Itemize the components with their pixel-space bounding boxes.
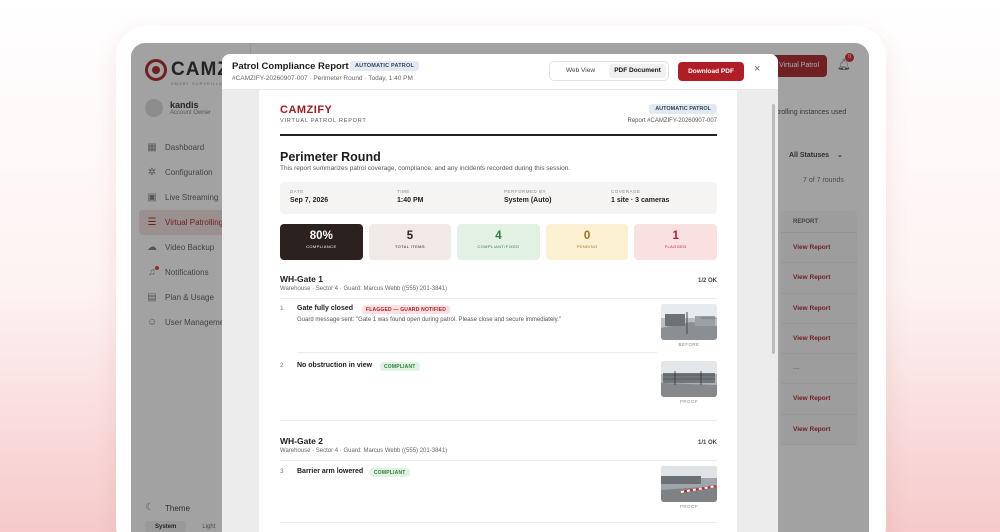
stat-value: 5 [406,230,414,242]
patrol-type-badge: AUTOMATIC PATROL [350,61,420,71]
divider [280,420,717,421]
divider [297,352,657,353]
item-title: Gate fully closed [297,305,354,312]
snapshot-caption: BEFORE [678,342,700,347]
stat-label: PENDING [576,244,598,249]
modal-header: Patrol Compliance Report AUTOMATIC PATRO… [222,54,778,90]
stat-compliant-fixed: 4 COMPLIANT/FIXED [457,224,540,260]
report-brand-subtitle: VIRTUAL PATROL REPORT [280,118,367,124]
barrier-photo-image [661,466,717,502]
stat-value: 0 [583,230,591,242]
item-title: Barrier arm lowered [297,468,364,475]
gate-photo-image [661,304,717,340]
gate-ok-count: 1/1 OK [697,440,717,446]
divider [280,298,717,299]
meta-performed-by: PERFORMED BY System (Auto) [504,189,551,204]
item-number: 2 [280,362,284,369]
report-modal: Patrol Compliance Report AUTOMATIC PATRO… [222,54,778,532]
meta-time: TIME 1:40 PM [397,189,423,204]
gate-ok-count: 1/2 OK [697,278,717,284]
snapshot-caption: PROOF [679,399,698,404]
stat-label: COMPLIANCE [306,244,337,249]
meta-label: PERFORMED BY [504,189,547,194]
view-toggle: Web View PDF Document [549,61,669,81]
report-brand: CAMZIFY [280,104,333,116]
stat-value: 80% [309,230,333,242]
snapshot-caption: PROOF [679,504,698,509]
web-view-tab[interactable]: Web View [552,64,609,78]
status-badge-compliant: COMPLIANT [370,468,410,477]
meta-label: COVERAGE [611,189,641,194]
camera-snapshot-proof[interactable] [661,466,717,502]
gate-location: Warehouse · Sector 4 · Guard: Marcus Web… [280,448,448,454]
gate-photo-image [661,361,717,397]
stat-value: 4 [495,230,502,242]
gate-title: WH-Gate 2 [280,436,323,446]
item-title: No obstruction in view [297,362,373,369]
report-stats: 80% COMPLIANCE 5 TOTAL ITEMS 4 COMPLIANT… [280,224,717,260]
stat-pending: 0 PENDING [545,224,629,260]
camera-snapshot-proof[interactable] [661,361,717,397]
stat-label: TOTAL ITEMS [394,244,425,249]
guard-message: Guard message sent: "Gate 1 was found op… [297,317,561,323]
modal-title: Patrol Compliance Report [232,61,349,72]
divider [280,522,717,523]
meta-value: 1:40 PM [397,197,424,204]
close-icon[interactable]: × [754,63,760,75]
meta-label: TIME [397,189,410,194]
report-reference: Report #CAMZIFY-20260907-007 [627,118,718,124]
download-pdf-button[interactable]: Download PDF [678,62,744,81]
status-badge-flagged: FLAGGED — GUARD NOTIFIED [362,305,451,314]
meta-label: DATE [290,189,304,194]
meta-value: 1 site · 3 cameras [611,197,670,204]
item-number: 3 [280,468,284,475]
gate-title: WH-Gate 1 [280,274,323,284]
modal-subtitle: #CAMZIFY-20260907-007 · Perimeter Round … [232,75,413,82]
divider [280,460,717,461]
meta-value: System (Auto) [504,197,552,204]
header-divider [280,134,717,136]
stat-value: 1 [672,230,679,242]
pdf-document-tab[interactable]: PDF Document [609,64,666,78]
report-meta: DATE Sep 7, 2026 TIME 1:40 PM PERFORMED … [280,182,717,214]
meta-value: Sep 7, 2026 [290,197,329,204]
item-number: 1 [280,305,284,312]
stat-compliance: 80% COMPLIANCE [280,224,363,260]
stat-label: FLAGGED [664,244,687,249]
stat-label: COMPLIANT/FIXED [477,244,520,249]
report-title: Perimeter Round [280,150,381,164]
report-page: CAMZIFY VIRTUAL PATROL REPORT AUTOMATIC … [259,90,737,532]
report-patrol-badge: AUTOMATIC PATROL [649,104,717,114]
stat-flagged: 1 FLAGGED [634,224,717,260]
meta-date: DATE Sep 7, 2026 [290,189,328,204]
status-badge-compliant: COMPLIANT [380,362,420,371]
camera-snapshot-before[interactable] [661,304,717,340]
stat-total-items: 5 TOTAL ITEMS [368,224,452,260]
pdf-viewer[interactable]: CAMZIFY VIRTUAL PATROL REPORT AUTOMATIC … [222,90,778,532]
gate-location: Warehouse · Sector 4 · Guard: Marcus Web… [280,286,448,292]
meta-coverage: COVERAGE 1 site · 3 cameras [611,189,669,204]
app-screen: CAMZ SMART SURVEILLANCE kandis Account O… [131,43,869,532]
report-description: This report summarizes patrol coverage, … [280,165,571,172]
scrollbar-thumb[interactable] [772,104,775,354]
